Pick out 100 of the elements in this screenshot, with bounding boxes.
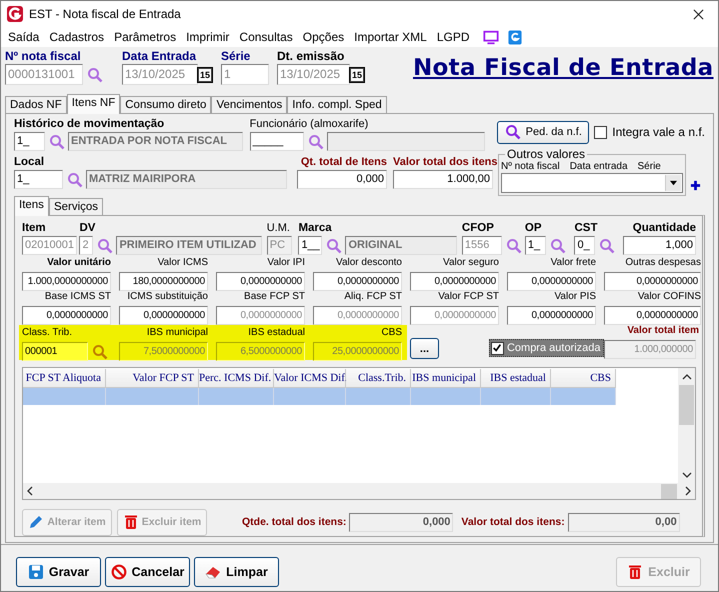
field-label: Valor ICMS xyxy=(156,257,208,270)
search-icon xyxy=(504,124,521,140)
search-icon[interactable] xyxy=(67,172,83,188)
code-field[interactable]: _____ xyxy=(250,132,304,151)
trash-icon xyxy=(122,514,139,530)
scroll-down-icon[interactable] xyxy=(682,472,692,478)
field-label: Aliq. FCP ST xyxy=(343,291,402,304)
prohibited-icon xyxy=(110,564,127,580)
checkbox-label[interactable]: Integra vale a n.f. xyxy=(612,125,705,139)
caret-icon[interactable] xyxy=(665,175,681,191)
footer-button[interactable]: Cancelar xyxy=(105,557,190,587)
scroll-up-icon[interactable] xyxy=(682,374,692,380)
code-field[interactable]: 1__ xyxy=(298,236,322,255)
column-header[interactable]: CBS xyxy=(551,369,616,388)
field-label: Outras despesas xyxy=(624,257,701,270)
footer-button[interactable]: Gravar xyxy=(16,557,101,587)
scroll-left-icon[interactable] xyxy=(27,486,33,496)
order-search-button[interactable]: Ped. da n.f. xyxy=(497,120,590,144)
search-icon[interactable] xyxy=(97,238,114,254)
group-title: Outros valores xyxy=(505,147,588,161)
summary-label: Valor total dos itens: xyxy=(461,516,565,528)
footer-button[interactable]: Limpar xyxy=(194,557,279,587)
search-icon[interactable] xyxy=(49,134,65,150)
search-icon[interactable] xyxy=(599,238,616,254)
search-icon[interactable] xyxy=(506,238,522,254)
tax-field[interactable]: 000001 xyxy=(22,342,88,361)
summary-field: 0,000 xyxy=(349,512,454,532)
column-header[interactable]: Class.Trib. xyxy=(346,369,411,388)
quantity-field[interactable]: 1,000 xyxy=(623,236,696,255)
add-icon[interactable] xyxy=(690,180,701,191)
column-header[interactable]: IBS estadual xyxy=(481,369,551,388)
search-icon[interactable] xyxy=(550,238,566,254)
page-heading-link[interactable]: Nota Fiscal de Entrada xyxy=(413,55,714,81)
field-label: Quantidade xyxy=(632,222,696,236)
value-field[interactable]: 0,0000000000 xyxy=(216,272,305,291)
field-label: Nº nota fiscal xyxy=(5,49,82,64)
value-field[interactable]: 180,0000000000 xyxy=(119,272,208,291)
value-field[interactable]: 0,0000000000 xyxy=(410,272,499,291)
search-icon[interactable] xyxy=(87,66,103,82)
field-label: CST xyxy=(574,222,598,236)
menu-item[interactable]: Parâmetros xyxy=(109,30,182,44)
monitor-icon[interactable] xyxy=(482,30,499,44)
tab[interactable]: Serviços xyxy=(48,198,104,215)
close-icon[interactable] xyxy=(693,8,704,20)
value-field[interactable]: 0,0000000000 xyxy=(22,306,111,325)
total-field[interactable]: 1.000,00 xyxy=(393,170,493,189)
field-label: CFOP xyxy=(462,222,495,236)
scroll-thumb[interactable] xyxy=(661,484,677,498)
code-field[interactable]: 1_ xyxy=(14,170,63,189)
field-label: Valor desconto xyxy=(335,257,402,270)
vertical-scrollbar[interactable] xyxy=(678,368,695,483)
value-field[interactable]: 0,0000000000 xyxy=(507,272,596,291)
column-header[interactable]: Valor FCP ST xyxy=(106,369,199,388)
checkbox[interactable] xyxy=(594,126,608,138)
total-field: 1.000,000000 xyxy=(604,340,696,359)
field-label: IBS estadual xyxy=(247,327,305,340)
value-field[interactable]: 0,0000000000 xyxy=(119,306,208,325)
field-label: Data Entrada xyxy=(122,49,198,64)
column-header[interactable]: Valor ICMS Dif. xyxy=(274,369,346,388)
menu-item[interactable]: Saída xyxy=(3,30,44,44)
menu-item[interactable]: Opções xyxy=(298,30,350,44)
tab[interactable]: Info. compl. Sped xyxy=(287,96,387,113)
search-icon[interactable] xyxy=(326,238,342,254)
menu-item[interactable]: Importar XML xyxy=(349,30,432,44)
dropdown-field[interactable] xyxy=(501,173,683,193)
checkbox-label[interactable]: Compra autorizada xyxy=(506,342,601,354)
value-field[interactable]: 0,0000000000 xyxy=(604,272,701,291)
column-header[interactable]: IBS municipal xyxy=(411,369,481,388)
menu-item[interactable]: LGPD xyxy=(432,30,475,44)
tab[interactable]: Vencimentos xyxy=(211,96,288,113)
tab[interactable]: Itens xyxy=(14,196,49,216)
column-label: Série xyxy=(638,161,661,172)
checkbox[interactable] xyxy=(490,342,504,354)
field-label: Valor frete xyxy=(550,257,596,270)
horizontal-scrollbar[interactable] xyxy=(23,483,695,499)
code-field[interactable]: 1_ xyxy=(524,236,546,255)
menu-item[interactable]: Imprimir xyxy=(181,30,234,44)
menu-item[interactable]: Consultas xyxy=(234,30,298,44)
scroll-right-icon[interactable] xyxy=(685,486,691,496)
code-field[interactable]: 1_ xyxy=(14,132,45,151)
total-field[interactable]: 0,000 xyxy=(297,170,387,189)
value-field[interactable]: 0,0000000000 xyxy=(313,272,402,291)
search-icon[interactable] xyxy=(92,344,108,360)
description-field: PRIMEIRO ITEM UTILIZAD xyxy=(116,236,262,255)
column-header[interactable]: FCP ST Aliquota xyxy=(23,369,106,388)
field-label: DV xyxy=(79,222,96,236)
field-label: Item xyxy=(22,222,47,236)
code-field[interactable]: 0_ xyxy=(574,236,596,255)
more-button[interactable]: ... xyxy=(410,338,439,359)
column-header[interactable]: Perc. ICMS Dif. xyxy=(199,369,274,388)
tab[interactable]: Consumo direto xyxy=(120,96,212,113)
scroll-thumb[interactable] xyxy=(679,385,694,425)
value-field[interactable]: 0,0000000000 xyxy=(604,306,701,325)
tab[interactable]: Itens NF xyxy=(66,94,120,114)
field-label: Qt. total de Itens xyxy=(300,156,387,170)
search-icon[interactable] xyxy=(308,134,324,150)
value-field[interactable]: 0,0000000000 xyxy=(507,306,596,325)
menu-item[interactable]: Cadastros xyxy=(44,30,110,44)
value-field[interactable]: 1.000,0000000000 xyxy=(22,272,111,291)
tab[interactable]: Dados NF xyxy=(5,96,67,113)
